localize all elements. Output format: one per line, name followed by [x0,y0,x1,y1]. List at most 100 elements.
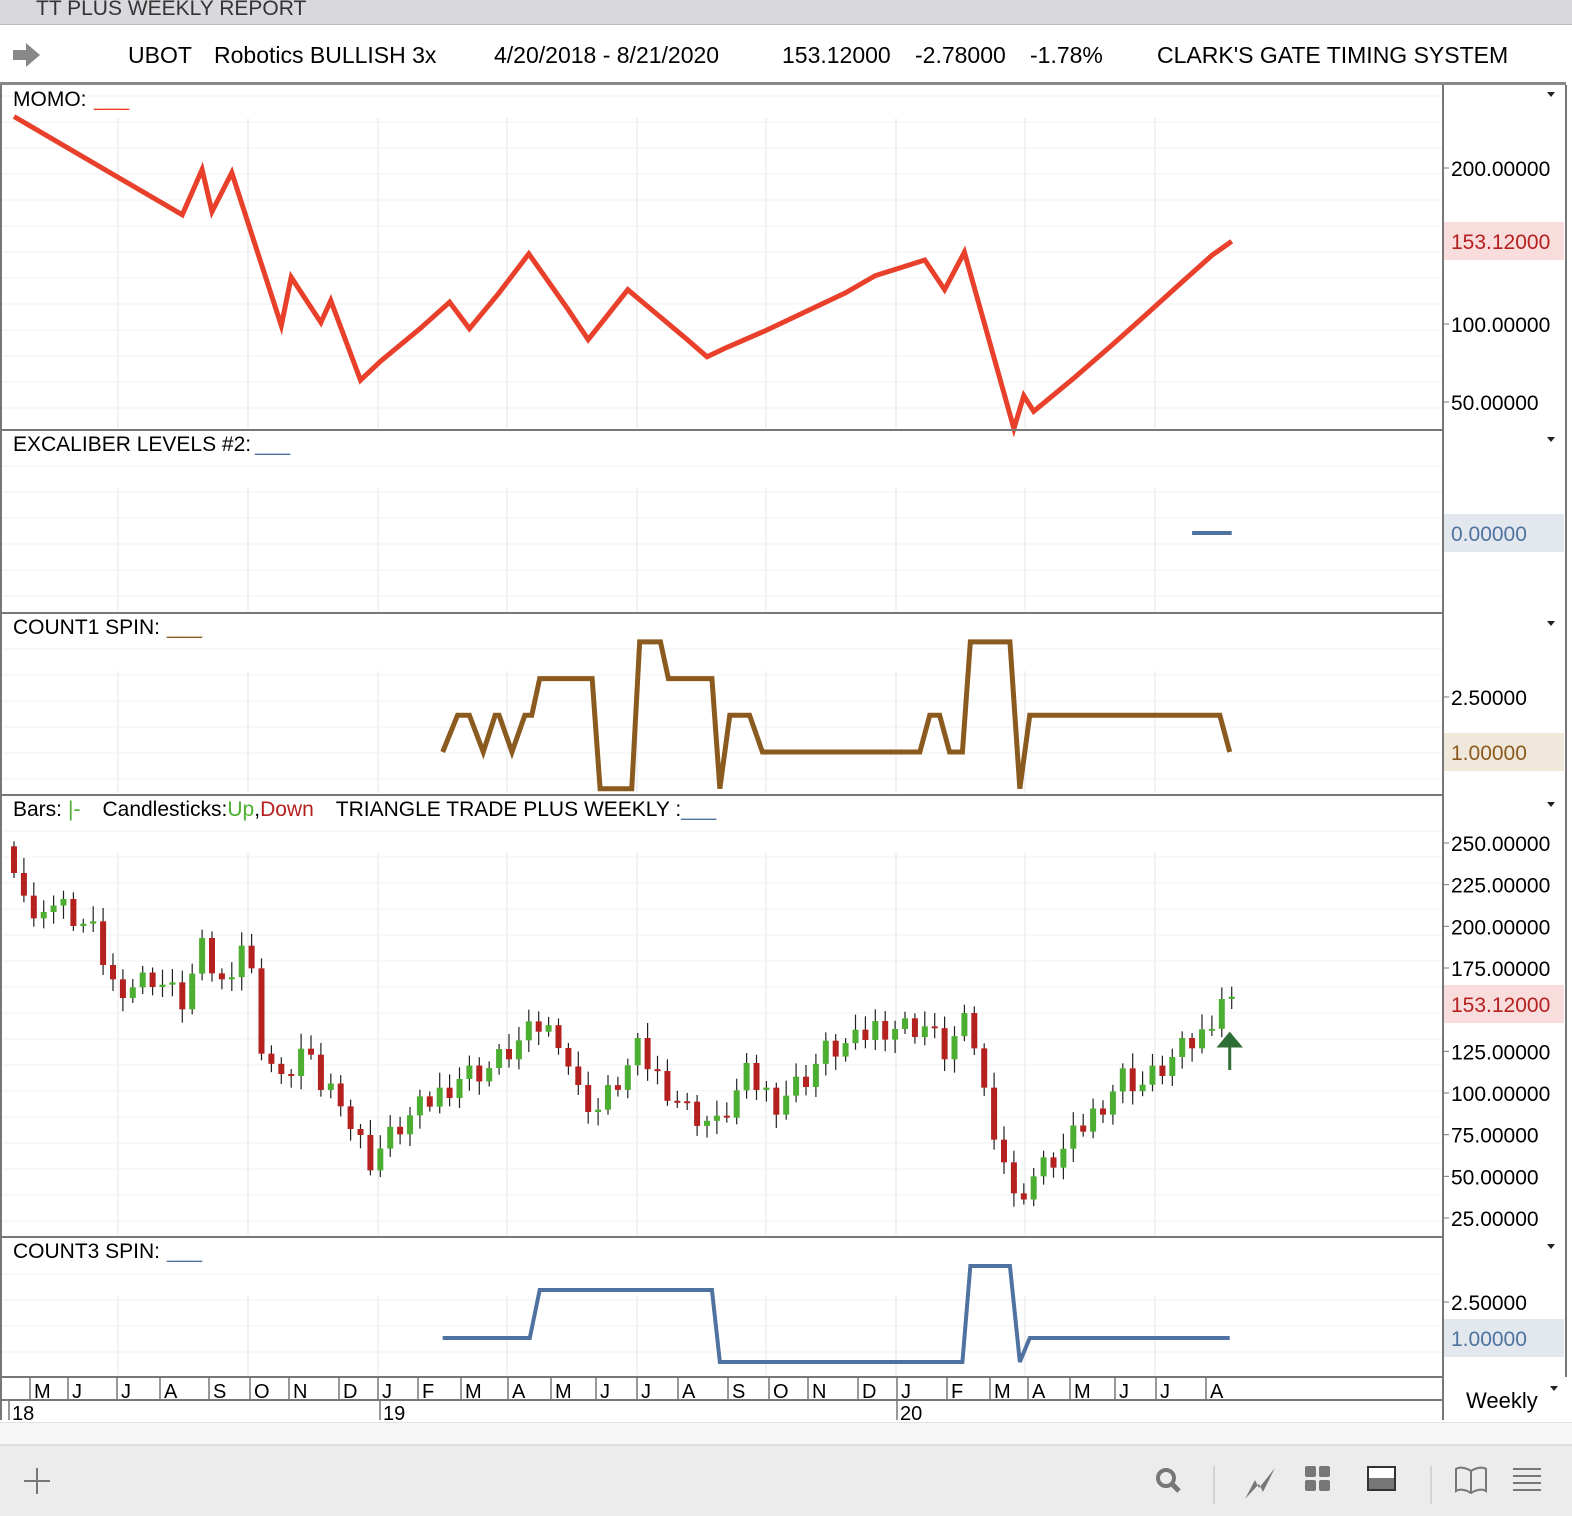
candle [605,1085,611,1110]
candle [209,938,215,974]
period-selector[interactable]: Weekly [1466,1388,1538,1413]
month-label: M [994,1381,1011,1403]
candle [288,1074,295,1077]
candle [228,977,235,980]
candle [545,1025,552,1032]
month-label: J [901,1381,911,1403]
candle [436,1087,443,1107]
month-label: N [812,1381,826,1403]
month-label: J [382,1381,392,1403]
candle [892,1029,899,1040]
price-tick-label: 225.00000 [1451,875,1550,898]
chart-area[interactable]: MOMO: ___ EXCALIBER LEVELS #2: ___ COUNT… [0,0,1572,1422]
candle [694,1101,701,1126]
candle [298,1048,305,1077]
panel-icon[interactable] [1367,1466,1397,1492]
candle [20,873,27,896]
candles-label: Candlesticks: [102,798,227,821]
candle [842,1043,849,1057]
candle [941,1028,948,1060]
search-icon[interactable] [1155,1466,1183,1496]
candle [1100,1108,1106,1115]
candle [575,1066,582,1086]
candle [644,1038,651,1070]
candle [506,1049,512,1060]
candle [763,1087,770,1091]
price-tick-label: 200.00000 [1451,916,1550,939]
momo-label: MOMO: [13,88,87,111]
candle [327,1083,334,1091]
candle [1050,1157,1057,1168]
candle [803,1076,809,1088]
candle [1208,1028,1215,1031]
momo-tick-label: 100.00000 [1451,314,1550,337]
bottom-toolbar [0,1444,1572,1516]
candle [90,921,97,924]
candle [852,1029,859,1044]
candle [1109,1091,1116,1115]
candle [862,1029,869,1041]
add-icon[interactable] [22,1466,52,1496]
draw-tool-icon[interactable] [1243,1466,1277,1500]
candle [407,1115,413,1135]
candle [921,1026,928,1038]
candle [585,1085,592,1113]
menu-icon[interactable] [1512,1466,1542,1492]
candle [1218,999,1225,1029]
momo-legend: ___ [93,88,129,111]
candle [1030,1176,1037,1200]
momo-current-value: 153.12000 [1451,231,1550,254]
candle [783,1095,790,1115]
candle [129,987,136,999]
candle [357,1129,364,1136]
candle [119,979,126,999]
bars-legend: |- [68,798,80,821]
candle [416,1096,423,1116]
candle [476,1065,483,1082]
candle [397,1126,404,1135]
candle [773,1087,780,1115]
candle [753,1063,760,1091]
price-tick-label: 125.00000 [1451,1041,1550,1064]
candle [951,1036,958,1060]
grid-layout-icon[interactable] [1305,1466,1331,1492]
scroll-area[interactable] [0,1422,1572,1445]
candle [991,1087,998,1140]
candle [664,1071,671,1101]
candle [456,1079,463,1099]
month-label: J [1119,1381,1129,1403]
candle [634,1038,641,1066]
candle [535,1021,542,1032]
count1-line [440,639,1233,792]
month-label: J [600,1381,610,1403]
candle [1010,1162,1017,1194]
candle [149,972,156,988]
candle [733,1090,740,1118]
count3-line [442,1264,1230,1364]
candle [100,921,107,966]
month-label: O [773,1381,789,1403]
price-tick-label: 175.00000 [1451,958,1550,981]
candle [674,1100,681,1103]
candle [971,1013,978,1049]
month-label: J [72,1381,82,1403]
candle [169,982,176,985]
candle [1189,1038,1196,1049]
candle [1080,1125,1087,1132]
candle [110,965,116,980]
candle [515,1040,522,1060]
month-label: J [121,1381,131,1403]
price-tick-label: 250.00000 [1451,833,1550,856]
candle [902,1018,908,1030]
candle [1070,1125,1077,1149]
bars-label: Bars: [13,798,62,821]
candle [347,1106,354,1130]
book-icon[interactable] [1455,1466,1487,1494]
candle [812,1063,819,1088]
momo-tick-label: 50.00000 [1451,392,1539,415]
candle [199,938,206,974]
candle [40,912,47,919]
candle [308,1048,314,1055]
candle [1199,1029,1205,1049]
candle [1020,1193,1027,1200]
